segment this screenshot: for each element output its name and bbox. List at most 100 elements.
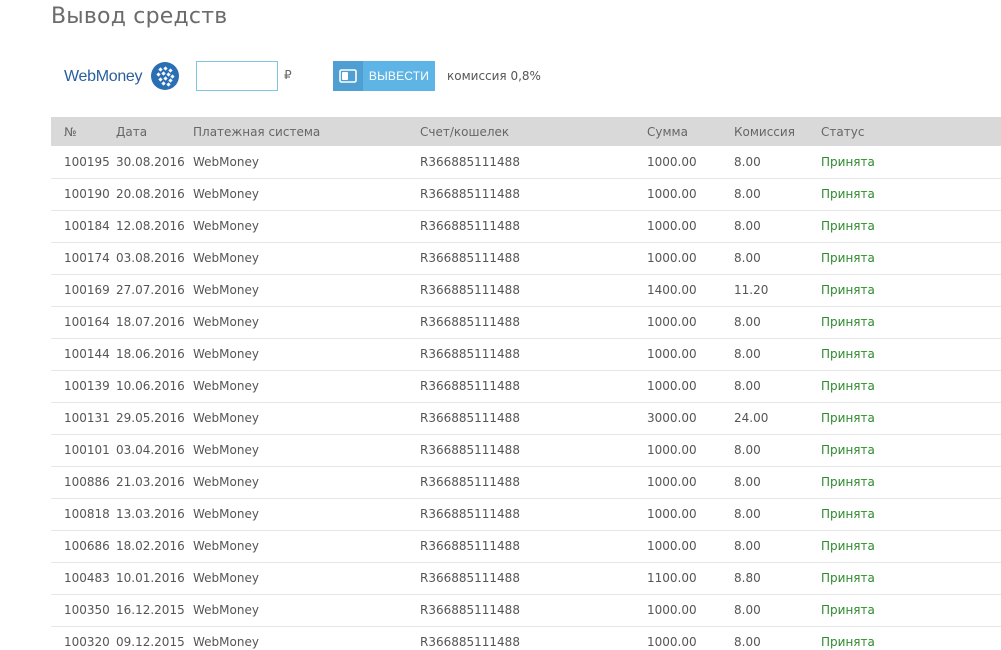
cell-date: 03.08.2016 [116,251,185,265]
cell-commission: 8.00 [734,539,761,553]
cell-sum: 1000.00 [647,475,697,489]
cell-status: Принята [821,539,875,553]
cell-status: Принята [821,347,875,361]
cell-account: R366885111488 [420,347,520,361]
cell-number: 100686 [64,539,110,553]
cell-payment-system: WebMoney [193,187,259,201]
table-row: 100320 09.12.2015 WebMoney R366885111488 100… [51,626,1001,650]
cell-number: 100320 [64,635,110,649]
cell-sum: 1000.00 [647,154,697,169]
cell-date: 20.08.2016 [116,187,185,201]
header-sum: Сумма [647,124,688,139]
table-row: 100131 29.05.2016 WebMoney R366885111488 300… [51,402,1001,434]
cell-date: 29.05.2016 [116,411,185,425]
cell-number: 100818 [64,507,110,521]
cell-payment-system: WebMoney [193,411,259,425]
cell-account: R366885111488 [420,251,520,265]
withdraw-button[interactable]: ВЫВЕСТИ [333,61,435,91]
cell-payment-system: WebMoney [193,603,259,617]
cell-status: Принята [821,475,875,489]
cell-commission: 8.00 [734,347,761,361]
cell-account: R366885111488 [420,283,520,297]
table-row: 100184 12.08.2016 WebMoney R366885111488 100… [51,210,1001,242]
cell-sum: 1100.00 [647,571,697,585]
cell-payment-system: WebMoney [193,571,259,585]
table-row: 100164 18.07.2016 WebMoney R366885111488 100… [51,306,1001,338]
cell-account: R366885111488 [420,603,520,617]
currency-sign: ₽ [284,68,292,82]
table-row: 100144 18.06.2016 WebMoney R366885111488 100… [51,338,1001,370]
table-row: 100818 13.03.2016 WebMoney R366885111488 100… [51,498,1001,530]
table-row: 100174 03.08.2016 WebMoney R366885111488 100… [51,242,1001,274]
cell-sum: 3000.00 [647,411,697,425]
cell-payment-system: WebMoney [193,315,259,329]
withdraw-form: WebMoney ₽ ВЫВЕСТИ комиссия 0,8% [64,60,664,92]
table-row: 100139 10.06.2016 WebMoney R366885111488 100… [51,370,1001,402]
cell-date: 03.04.2016 [116,443,185,457]
cell-date: 09.12.2015 [116,635,185,649]
cell-status: Принята [821,187,875,201]
cell-number: 100195 [64,154,110,169]
cell-sum: 1000.00 [647,603,697,617]
cell-date: 21.03.2016 [116,475,185,489]
cell-date: 18.02.2016 [116,539,185,553]
amount-input[interactable] [196,61,278,91]
cell-account: R366885111488 [420,443,520,457]
cell-number: 100886 [64,475,110,489]
table-header-row: № Дата Платежная система Счет/кошелек Су… [51,117,1001,146]
cell-commission: 8.00 [734,315,761,329]
cell-number: 100483 [64,571,110,585]
withdrawals-table: № Дата Платежная система Счет/кошелек Су… [51,117,1001,650]
cell-account: R366885111488 [420,379,520,393]
table-row: 100101 03.04.2016 WebMoney R366885111488 100… [51,434,1001,466]
cell-number: 100174 [64,251,110,265]
cell-status: Принята [821,443,875,457]
table-row: 100195 30.08.2016 WebMoney R366885111488 100… [51,146,1001,178]
cell-sum: 1000.00 [647,251,697,265]
cell-commission: 8.00 [734,443,761,457]
webmoney-logo-text: WebMoney [64,68,143,85]
cell-commission: 8.00 [734,379,761,393]
table-row: 100483 10.01.2016 WebMoney R366885111488 110… [51,562,1001,594]
cell-payment-system: WebMoney [193,379,259,393]
cell-status: Принята [821,603,875,617]
cell-account: R366885111488 [420,475,520,489]
cell-payment-system: WebMoney [193,539,259,553]
cell-sum: 1000.00 [647,539,697,553]
cell-commission: 8.00 [734,635,761,649]
cell-number: 100184 [64,219,110,233]
cell-status: Принята [821,315,875,329]
cell-commission: 8.00 [734,187,761,201]
cell-status: Принята [821,251,875,265]
table-row: 100169 27.07.2016 WebMoney R366885111488 140… [51,274,1001,306]
cell-account: R366885111488 [420,539,520,553]
cell-status: Принята [821,283,875,297]
cell-status: Принята [821,507,875,521]
cell-commission: 24.00 [734,411,769,425]
cell-status: Принята [821,571,875,585]
cell-account: R366885111488 [420,635,520,649]
cell-payment-system: WebMoney [193,283,259,297]
cell-sum: 1000.00 [647,635,697,649]
cell-account: R366885111488 [420,571,520,585]
cell-account: R366885111488 [420,411,520,425]
withdraw-button-label: ВЫВЕСТИ [368,69,430,83]
header-account: Счет/кошелек [420,124,510,139]
cell-number: 100131 [64,411,110,425]
cell-commission: 11.20 [734,283,769,297]
commission-note: комиссия 0,8% [447,69,541,83]
cell-payment-system: WebMoney [193,635,259,649]
cell-commission: 8.00 [734,475,761,489]
cell-sum: 1000.00 [647,379,697,393]
cell-number: 100190 [64,187,110,201]
cell-payment-system: WebMoney [193,475,259,489]
cell-date: 10.06.2016 [116,379,185,393]
cell-number: 100350 [64,603,110,617]
header-commission: Комиссия [734,124,795,139]
cell-status: Принята [821,154,875,169]
table-row: 100886 21.03.2016 WebMoney R366885111488 100… [51,466,1001,498]
cell-date: 18.07.2016 [116,315,185,329]
cell-sum: 1000.00 [647,187,697,201]
cell-commission: 8.00 [734,154,761,169]
cell-payment-system: WebMoney [193,251,259,265]
